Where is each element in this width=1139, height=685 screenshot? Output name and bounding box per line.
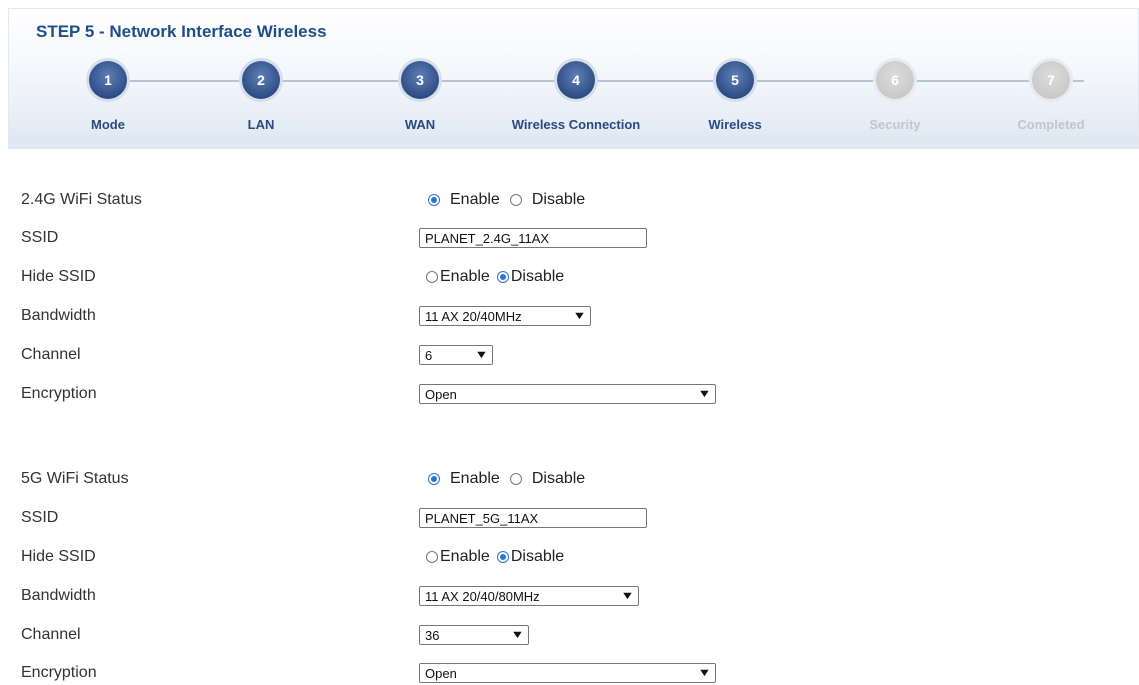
wifi24-status-enable-label: Enable [450,191,500,208]
wifi24-encryption-select[interactable]: Open ▼ [419,384,716,404]
step-7: 7 Completed [971,61,1131,132]
wifi5-hide-enable-radio[interactable] [426,551,438,563]
wifi24-channel-value: 6 [425,347,433,363]
wifi5-channel-value: 36 [425,627,440,643]
wifi24-hide-disable-label: Disable [510,268,565,285]
wifi5-hide-disable-radio[interactable] [496,551,509,563]
wifi24-channel-row: Channel 6 ▼ [21,343,1121,367]
wifi5-encryption-select[interactable]: Open ▼ [419,663,716,683]
wifi24-hide-enable-radio[interactable] [426,271,438,283]
step-4-label: Wireless Connection [511,117,641,132]
wifi5-encryption-label: Encryption [21,664,97,681]
wifi24-status-label: 2.4G WiFi Status [21,191,142,208]
step-6: 6 Security [815,61,975,132]
step-7-label: Completed [1017,117,1085,132]
wifi24-ssid-input[interactable]: PLANET_2.4G_11AX [419,228,647,248]
step-3-circle: 3 [401,61,439,99]
wifi5-ssid-input[interactable]: PLANET_5G_11AX [419,508,647,528]
wifi24-status-disable-label: Disable [531,191,586,208]
wifi24-encryption-row: Encryption Open ▼ [21,382,1121,406]
step-6-circle: 6 [876,61,914,99]
wifi5-bandwidth-label: Bandwidth [21,587,96,604]
wifi5-hide-disable-label: Disable [510,548,565,565]
wifi5-status-disable-label: Disable [531,470,586,487]
step-3: 3 WAN [340,61,500,132]
wifi24-bandwidth-row: Bandwidth 11 AX 20/40MHz ▼ [21,304,1121,328]
step-2: 2 LAN [181,61,341,132]
wifi5-ssid-row: SSID PLANET_5G_11AX [21,506,1121,530]
chevron-down-icon: ▼ [510,629,525,641]
wifi5-encryption-value: Open [425,665,457,681]
wifi24-encryption-label: Encryption [21,385,97,402]
wifi24-bandwidth-select[interactable]: 11 AX 20/40MHz ▼ [419,306,591,326]
wifi24-bandwidth-label: Bandwidth [21,307,96,324]
chevron-down-icon: ▼ [697,388,712,400]
wifi24-hide-disable-radio[interactable] [496,271,509,283]
wizard-title: STEP 5 - Network Interface Wireless [36,22,327,41]
wifi24-ssid-label: SSID [21,229,59,246]
wifi5-ssid-label: SSID [21,509,59,526]
step-3-label: WAN [404,117,436,132]
chevron-down-icon: ▼ [572,310,587,322]
wifi5-hide-ssid-row: Hide SSID Enable Disable [21,545,1121,569]
wifi24-status-radios: Enable Disable [428,188,585,212]
wifi24-ssid-row: SSID PLANET_2.4G_11AX [21,226,1121,250]
wizard-header: STEP 5 - Network Interface Wireless 1 Mo… [8,8,1139,149]
wifi5-bandwidth-row: Bandwidth 11 AX 20/40/80MHz ▼ [21,584,1121,608]
wifi5-status-row: 5G WiFi Status Enable Disable [21,467,1121,491]
step-5: 5 Wireless [655,61,815,132]
wifi24-status-row: 2.4G WiFi Status Enable Disable [21,188,1121,212]
step-1: 1 Mode [28,61,188,132]
wifi5-status-disable-radio[interactable] [509,473,522,485]
step-5-circle: 5 [716,61,754,99]
step-1-label: Mode [91,117,125,132]
wifi5-bandwidth-select[interactable]: 11 AX 20/40/80MHz ▼ [419,586,639,606]
wifi24-hide-enable-label: Enable [440,268,490,285]
wifi5-channel-row: Channel 36 ▼ [21,623,1121,647]
step-5-label: Wireless [708,117,762,132]
wifi24-hide-ssid-label: Hide SSID [21,268,96,285]
wifi24-encryption-value: Open [425,386,457,402]
wifi5-encryption-row: Encryption Open ▼ [21,661,1121,685]
wifi5-channel-select[interactable]: 36 ▼ [419,625,529,645]
chevron-down-icon: ▼ [474,349,489,361]
step-1-circle: 1 [89,61,127,99]
wifi5-status-enable-label: Enable [450,470,500,487]
wifi24-bandwidth-value: 11 AX 20/40MHz [425,308,522,324]
wifi24-status-disable-radio[interactable] [509,194,522,206]
wifi5-hide-enable-label: Enable [440,548,490,565]
wifi24-channel-label: Channel [21,346,81,363]
wifi24-status-enable-radio[interactable] [428,194,440,206]
chevron-down-icon: ▼ [620,590,635,602]
wifi5-status-label: 5G WiFi Status [21,470,129,487]
wifi5-channel-label: Channel [21,626,81,643]
step-2-label: LAN [247,117,275,132]
wifi5-hide-ssid-label: Hide SSID [21,548,96,565]
step-6-label: Security [869,117,921,132]
step-4-circle: 4 [557,61,595,99]
wifi24-channel-select[interactable]: 6 ▼ [419,345,493,365]
step-2-circle: 2 [242,61,280,99]
chevron-down-icon: ▼ [697,667,712,679]
wifi5-status-enable-radio[interactable] [428,473,440,485]
wifi5-bandwidth-value: 11 AX 20/40/80MHz [425,588,540,604]
step-4: 4 Wireless Connection [496,61,656,132]
wifi24-hide-ssid-row: Hide SSID Enable Disable [21,265,1121,289]
step-7-circle: 7 [1032,61,1070,99]
